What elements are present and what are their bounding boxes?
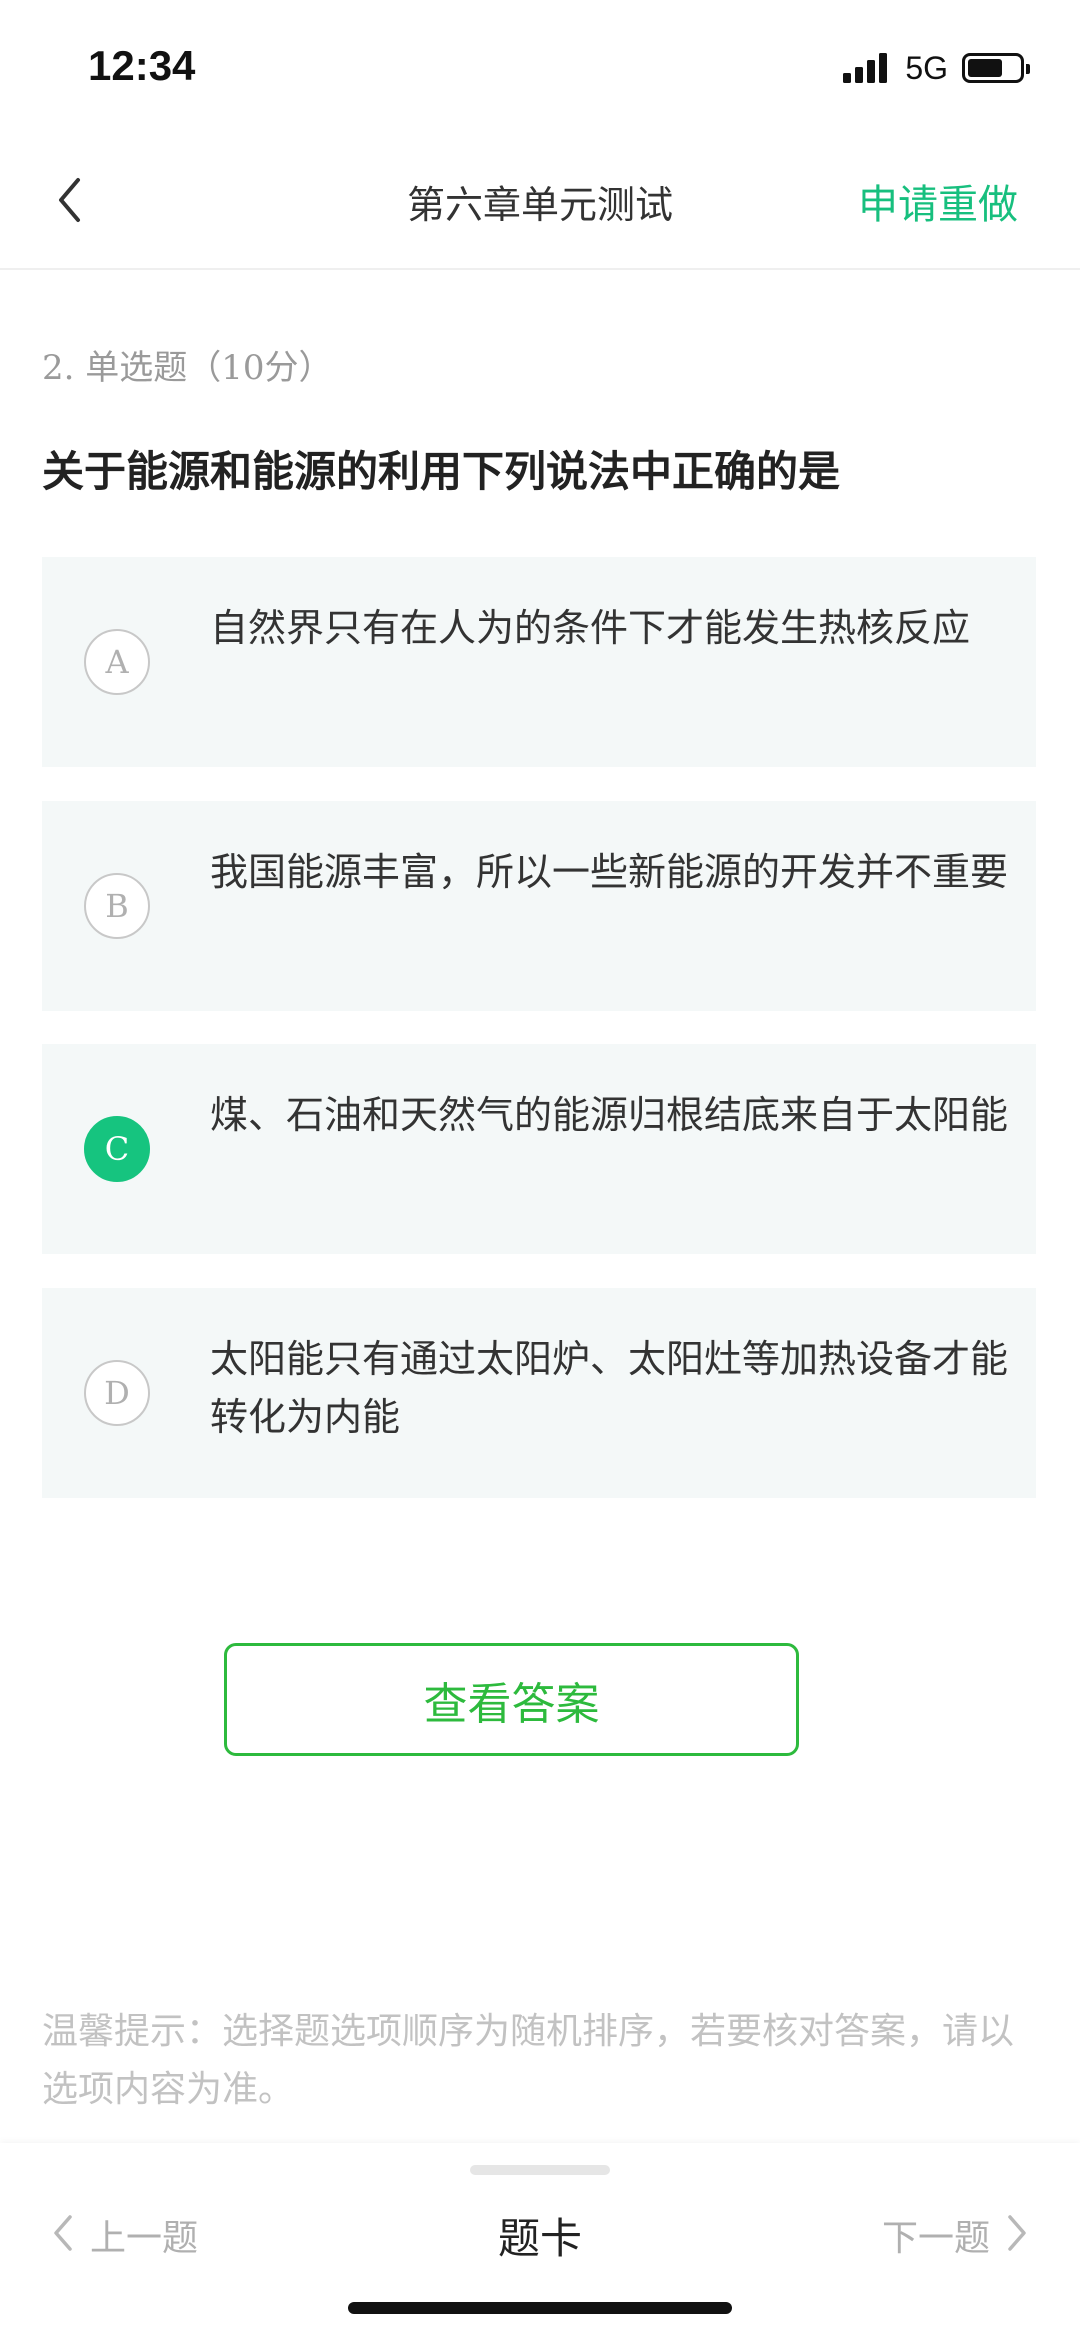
status-bar: 12:34 5G [0, 0, 1080, 130]
status-icons: 5G [843, 48, 1030, 88]
question-meta: 2. 单选题（10分） [42, 348, 333, 388]
option-text: 太阳能只有通过太阳炉、太阳灶等加热设备才能转化为内能 [210, 1337, 1009, 1439]
option-text: 自然界只有在人为的条件下才能发生热核反应 [210, 606, 971, 650]
option-b[interactable]: B 我国能源丰富，所以一些新能源的开发并不重要 [42, 801, 1036, 1011]
bottom-bar: 上一题 题卡 下一题 [0, 2143, 1080, 2337]
home-indicator [348, 2302, 732, 2314]
signal-icon [843, 53, 891, 83]
view-answer-button[interactable]: 查看答案 [224, 1643, 799, 1756]
option-text: 煤、石油和天然气的能源归根结底来自于太阳能 [210, 1093, 1009, 1137]
prev-question-button[interactable]: 上一题 [48, 2209, 198, 2261]
battery-icon [962, 53, 1030, 83]
prev-question-label: 上一题 [90, 2218, 199, 2259]
chevron-right-icon [1004, 2211, 1032, 2259]
status-time: 12:34 [88, 42, 196, 89]
option-letter: B [84, 873, 150, 939]
question-card-button[interactable]: 题卡 [440, 2205, 640, 2266]
drag-handle[interactable] [470, 2165, 610, 2175]
next-question-label: 下一题 [881, 2218, 990, 2259]
chevron-left-icon [48, 2211, 76, 2259]
next-question-button[interactable]: 下一题 [882, 2209, 1032, 2261]
option-letter-selected: C [84, 1116, 150, 1182]
option-d[interactable]: D 太阳能只有通过太阳炉、太阳灶等加热设备才能转化为内能 [42, 1288, 1036, 1498]
tip-text: 温馨提示：选择题选项顺序为随机排序，若要核对答案，请以选项内容为准。 [42, 2011, 1015, 2110]
option-letter: D [84, 1360, 150, 1426]
option-a[interactable]: A 自然界只有在人为的条件下才能发生热核反应 [42, 557, 1036, 767]
nav-bar: 第六章单元测试 申请重做 [0, 130, 1080, 270]
option-c[interactable]: C 煤、石油和天然气的能源归根结底来自于太阳能 [42, 1044, 1036, 1254]
request-redo-button[interactable]: 申请重做 [858, 172, 1018, 230]
quiz-page: 12:34 5G 第六章单元测试 申请重做 2. 单选题（10分） 关于能源和能… [0, 0, 1080, 2337]
option-letter: A [84, 629, 150, 695]
network-label: 5G [905, 49, 948, 86]
option-text: 我国能源丰富，所以一些新能源的开发并不重要 [210, 850, 1009, 894]
question-text: 关于能源和能源的利用下列说法中正确的是 [42, 447, 841, 496]
